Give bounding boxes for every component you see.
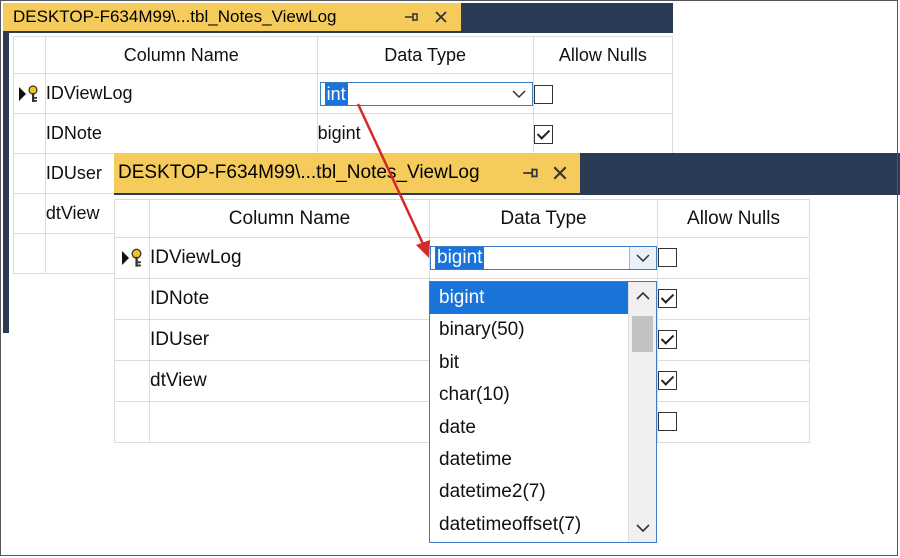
allow-nulls-checkbox[interactable] bbox=[658, 371, 677, 391]
row-selector[interactable] bbox=[13, 73, 46, 114]
allow-nulls-cell[interactable] bbox=[657, 401, 810, 443]
data-type-dropdown[interactable]: int bbox=[319, 81, 533, 106]
data-type-header: Data Type bbox=[316, 36, 534, 74]
column-name-header: Column Name bbox=[149, 199, 430, 238]
data-type-value: bigint bbox=[435, 247, 485, 269]
row-selector[interactable] bbox=[13, 193, 46, 234]
row-selector-header bbox=[114, 199, 150, 238]
data-type-option[interactable]: date bbox=[430, 412, 630, 444]
allow-nulls-header: Allow Nulls bbox=[532, 36, 674, 74]
row-selector-header bbox=[13, 36, 46, 74]
allow-nulls-cell[interactable] bbox=[532, 113, 674, 154]
row-selector[interactable] bbox=[13, 113, 46, 154]
scroll-thumb[interactable] bbox=[632, 316, 653, 352]
table-row[interactable]: IDNote bigint bbox=[13, 113, 674, 154]
allow-nulls-cell[interactable] bbox=[657, 278, 810, 320]
allow-nulls-cell[interactable] bbox=[657, 237, 810, 279]
close-icon[interactable] bbox=[429, 5, 453, 29]
table-row[interactable]: IDViewLog bigint bbox=[114, 237, 810, 279]
options-scrollbar[interactable] bbox=[628, 282, 656, 542]
allow-nulls-checkbox[interactable] bbox=[534, 84, 553, 104]
data-type-option[interactable]: datetime bbox=[430, 444, 630, 476]
table-row[interactable]: IDViewLog int bbox=[13, 73, 674, 114]
data-type-option[interactable]: datetimeoffset(7) bbox=[430, 509, 630, 541]
back-tab-title: DESKTOP-F634M99\...tbl_Notes_ViewLog bbox=[13, 7, 337, 26]
data-type-option[interactable]: bit bbox=[430, 347, 630, 379]
row-selector[interactable] bbox=[114, 401, 150, 443]
row-selector[interactable] bbox=[114, 237, 150, 279]
front-document-tab[interactable]: DESKTOP-F634M99\...tbl_Notes_ViewLog bbox=[114, 153, 580, 193]
column-name-cell[interactable]: IDNote bbox=[44, 113, 318, 154]
primary-key-icon bbox=[116, 248, 149, 268]
data-type-cell[interactable]: bigint bbox=[316, 113, 534, 154]
chevron-up-icon[interactable] bbox=[629, 282, 656, 310]
allow-nulls-header: Allow Nulls bbox=[657, 199, 810, 238]
chevron-down-icon[interactable] bbox=[629, 514, 656, 542]
front-tab-title: DESKTOP-F634M99\...tbl_Notes_ViewLog bbox=[118, 162, 480, 183]
allow-nulls-checkbox[interactable] bbox=[658, 248, 677, 268]
data-type-value: int bbox=[324, 82, 348, 105]
row-selector[interactable] bbox=[13, 233, 46, 274]
allow-nulls-checkbox[interactable] bbox=[658, 330, 677, 350]
allow-nulls-cell[interactable] bbox=[532, 73, 674, 114]
back-document-tab[interactable]: DESKTOP-F634M99\...tbl_Notes_ViewLog bbox=[3, 3, 461, 31]
column-name-cell[interactable]: IDUser bbox=[149, 319, 430, 361]
pin-icon[interactable] bbox=[518, 161, 542, 185]
column-name-cell[interactable]: IDNote bbox=[149, 278, 430, 320]
allow-nulls-checkbox[interactable] bbox=[658, 289, 677, 309]
close-icon[interactable] bbox=[548, 161, 572, 185]
data-type-header: Data Type bbox=[429, 199, 658, 238]
data-type-options-list[interactable]: bigint binary(50) bit char(10) date date… bbox=[429, 281, 657, 543]
data-type-dropdown[interactable]: bigint bbox=[430, 246, 657, 270]
column-name-cell[interactable] bbox=[149, 401, 430, 443]
back-left-edge bbox=[3, 33, 9, 333]
primary-key-icon bbox=[14, 84, 44, 103]
allow-nulls-cell[interactable] bbox=[657, 360, 810, 402]
back-titlebar: DESKTOP-F634M99\...tbl_Notes_ViewLog bbox=[3, 3, 673, 33]
allow-nulls-checkbox[interactable] bbox=[658, 412, 677, 432]
row-selector[interactable] bbox=[114, 319, 150, 361]
allow-nulls-checkbox[interactable] bbox=[534, 124, 553, 144]
column-name-header: Column Name bbox=[44, 36, 318, 74]
column-name-cell[interactable]: dtView bbox=[149, 360, 430, 402]
allow-nulls-cell[interactable] bbox=[657, 319, 810, 361]
row-selector[interactable] bbox=[114, 278, 150, 320]
column-name-cell[interactable]: IDViewLog bbox=[44, 73, 318, 114]
chevron-down-icon[interactable] bbox=[629, 247, 656, 269]
data-type-option[interactable]: bigint bbox=[430, 282, 630, 315]
front-titlebar: DESKTOP-F634M99\...tbl_Notes_ViewLog bbox=[114, 153, 900, 195]
column-name-cell[interactable]: IDViewLog bbox=[149, 237, 430, 279]
row-selector[interactable] bbox=[13, 153, 46, 194]
row-selector[interactable] bbox=[114, 360, 150, 402]
data-type-option[interactable]: char(10) bbox=[430, 379, 630, 411]
chevron-down-icon[interactable] bbox=[506, 83, 532, 105]
pin-icon[interactable] bbox=[399, 5, 423, 29]
data-type-option[interactable]: datetime2(7) bbox=[430, 476, 630, 508]
data-type-option[interactable]: binary(50) bbox=[430, 314, 630, 346]
